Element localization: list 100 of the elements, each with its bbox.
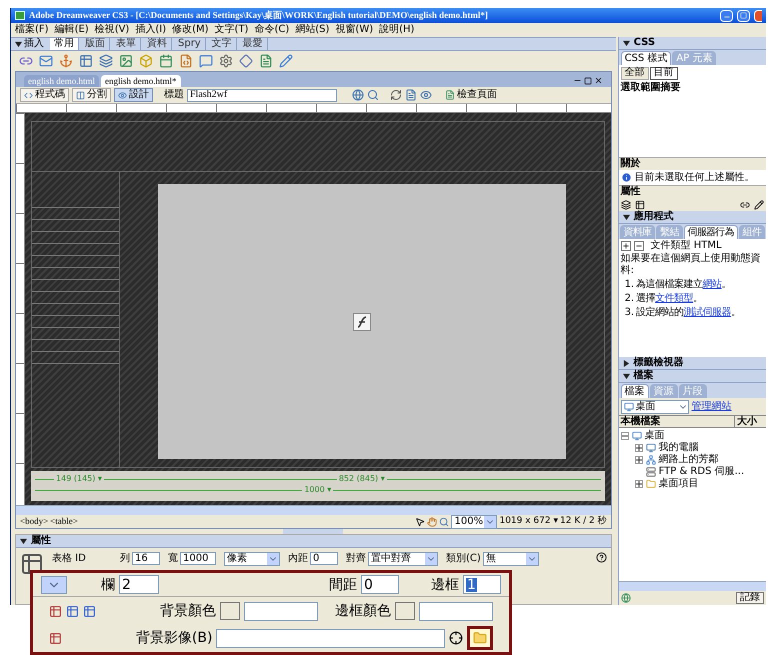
eye-icon[interactable]	[420, 89, 432, 101]
remove-icon[interactable]	[634, 241, 644, 251]
triangle-icon[interactable]	[622, 214, 630, 220]
file-code-icon[interactable]	[179, 54, 193, 68]
input-field[interactable]: 0	[310, 552, 338, 565]
manage-sites-link[interactable]: 管理網站	[692, 402, 732, 412]
insert-tab[interactable]: 常用	[50, 38, 79, 50]
document-icon[interactable]	[405, 89, 417, 101]
panel-header[interactable]: CSS	[618, 37, 766, 50]
input-field[interactable]	[419, 602, 493, 620]
view-button[interactable]: 設計	[114, 88, 153, 102]
dropdown[interactable]: 像素	[224, 552, 280, 566]
view-button[interactable]: 程式碼	[20, 88, 69, 102]
collapse-icon[interactable]	[620, 432, 629, 440]
input-field[interactable]: 16	[132, 552, 160, 565]
mail-icon[interactable]	[39, 54, 53, 68]
triangle-icon[interactable]	[20, 538, 27, 544]
refresh-icon[interactable]	[390, 89, 402, 101]
dropdown-button[interactable]	[41, 576, 67, 594]
insert-tab[interactable]: 文字	[208, 38, 237, 50]
diamond-icon[interactable]	[239, 54, 253, 68]
menu-item[interactable]: 編輯(E)	[54, 25, 89, 35]
horizontal-scrollbar[interactable]	[16, 505, 611, 515]
crosshair-icon[interactable]	[449, 631, 464, 645]
panel-header[interactable]: 應用程式	[618, 211, 766, 224]
close-icon[interactable]	[594, 76, 603, 85]
table-icon[interactable]	[634, 200, 645, 210]
comment-icon[interactable]	[199, 54, 213, 68]
tree-item[interactable]: 網路上的芳鄰	[658, 455, 719, 465]
triangle-icon[interactable]	[622, 360, 630, 366]
tree-item[interactable]: 桌面項目	[658, 479, 699, 489]
insert-tab[interactable]: 最愛	[238, 38, 268, 50]
zoom-icon[interactable]	[439, 516, 450, 526]
anchor-icon[interactable]	[59, 54, 73, 68]
panel-tab[interactable]: 檔案	[620, 384, 649, 398]
input-field[interactable]: 1	[463, 575, 501, 594]
menu-item[interactable]: 命令(C)	[254, 25, 290, 35]
help-icon[interactable]	[596, 552, 607, 563]
log-button[interactable]: 記錄	[736, 592, 764, 604]
mode-button[interactable]: 全部	[620, 66, 649, 80]
link-icon[interactable]	[740, 200, 750, 210]
view-button[interactable]: 分割	[72, 88, 111, 102]
input-field[interactable]: 0	[361, 575, 399, 594]
minimize-button[interactable]	[720, 10, 733, 22]
menu-item[interactable]: 說明(H)	[379, 25, 414, 35]
window-size[interactable]: 1019 x 672 ▾	[499, 517, 558, 526]
gear-icon[interactable]	[219, 54, 233, 68]
expand-icon[interactable]	[634, 456, 643, 464]
input-field[interactable]: 1000	[180, 552, 216, 565]
image-icon[interactable]	[119, 54, 133, 68]
input-field[interactable]	[244, 602, 318, 620]
location-dropdown[interactable]: 桌面	[620, 400, 689, 414]
step-link[interactable]: 文件類型	[655, 293, 694, 304]
insert-tab[interactable]: Spry	[174, 38, 206, 50]
tag-selector[interactable]: <table>	[50, 517, 78, 526]
close-button[interactable]	[754, 10, 762, 22]
input-field[interactable]: 2	[119, 575, 159, 594]
step-link[interactable]: 測試伺服器	[684, 307, 732, 318]
menu-item[interactable]: 網站(S)	[295, 25, 330, 35]
tree-item[interactable]: 桌面	[644, 431, 665, 441]
tag-selector[interactable]: <body>	[20, 517, 48, 526]
panel-header[interactable]: 檔案	[618, 370, 766, 383]
mode-button[interactable]: 目前	[650, 66, 678, 80]
column-header[interactable]: 大小	[734, 416, 766, 427]
search-icon[interactable]	[367, 89, 379, 101]
triangle-icon[interactable]	[622, 40, 630, 46]
dropdown[interactable]: 置中對齊	[368, 552, 438, 566]
triangle-icon[interactable]	[622, 372, 630, 380]
calendar-icon[interactable]	[159, 54, 173, 68]
layers-icon[interactable]	[620, 200, 631, 210]
column-header[interactable]: 本機檔案	[618, 416, 734, 427]
check-page-button[interactable]: 檢查頁面	[443, 88, 499, 102]
menu-item[interactable]: 視窗(W)	[335, 25, 374, 35]
triangle-icon[interactable]	[15, 40, 22, 48]
document-tab[interactable]: english demo.html*	[101, 75, 180, 87]
color-swatch[interactable]	[220, 602, 240, 620]
menu-item[interactable]: 檢視(V)	[94, 25, 130, 35]
pointer-icon[interactable]	[415, 516, 426, 526]
menu-item[interactable]: 文字(T)	[214, 25, 248, 35]
globe-icon[interactable]	[620, 593, 631, 603]
splitter-handle[interactable]	[283, 529, 344, 534]
globe-icon[interactable]	[352, 89, 364, 101]
tree-item[interactable]: 我的電腦	[658, 443, 699, 453]
step-link[interactable]: 網站	[702, 279, 722, 290]
color-swatch[interactable]	[395, 602, 415, 620]
browse-folder-button[interactable]	[467, 626, 493, 650]
horizontal-scrollbar[interactable]	[618, 581, 766, 591]
restore-icon[interactable]	[584, 77, 592, 85]
panel-tab[interactable]: CSS 樣式	[620, 51, 672, 65]
insert-tab[interactable]: 表單	[112, 38, 141, 50]
menu-item[interactable]: 修改(M)	[172, 25, 209, 35]
title-field[interactable]: Flash2wf	[187, 88, 337, 102]
add-icon[interactable]	[620, 241, 631, 251]
menu-item[interactable]: 檔案(F)	[15, 25, 49, 35]
document-icon[interactable]	[259, 54, 273, 68]
insert-tab[interactable]: 版面	[81, 38, 110, 50]
expand-icon[interactable]	[634, 480, 643, 488]
tree-item[interactable]: FTP & RDS 伺服...	[658, 467, 744, 477]
maximize-button[interactable]	[737, 10, 750, 22]
panel-header[interactable]: 標籤檢視器	[618, 357, 766, 370]
